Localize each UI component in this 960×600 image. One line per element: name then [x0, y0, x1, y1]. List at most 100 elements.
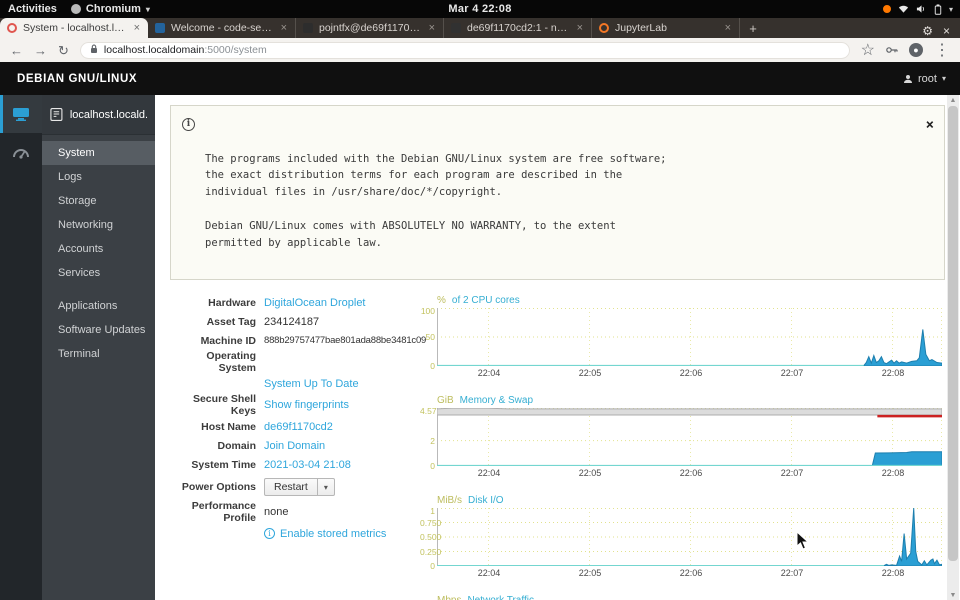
motd-alert: i The programs included with the Debian …	[170, 105, 945, 281]
scrollbar-thumb[interactable]	[948, 106, 958, 561]
detail-row-power-options: Power Options Restart ▾	[170, 474, 420, 500]
sidebar-item-terminal[interactable]: Terminal	[42, 342, 155, 366]
sidebar-item-networking[interactable]: Networking	[42, 213, 155, 237]
chart-plot[interactable]: 4.57 2 0	[420, 406, 945, 471]
restart-button[interactable]: Restart	[264, 478, 318, 497]
key-icon[interactable]	[886, 41, 898, 59]
chart-title-row: Mbps Network Traffic	[437, 593, 945, 600]
enable-stored-metrics-link[interactable]: i Enable stored metrics	[264, 528, 386, 540]
detail-link[interactable]: de69f1170cd2	[264, 421, 333, 433]
url-bar[interactable]: localhost.localdomain:5000/system	[79, 41, 850, 59]
power-options-caret[interactable]: ▾	[317, 478, 335, 497]
detail-label: Hardware	[208, 296, 256, 309]
motd-text: The programs included with the Debian GN…	[205, 152, 667, 249]
x-tick-label: 22:07	[780, 468, 804, 479]
browser-tab-5[interactable]: JupyterLab ×	[592, 18, 740, 38]
detail-link[interactable]: System Up To Date	[264, 378, 359, 390]
x-tick-label: 22:04	[477, 568, 501, 579]
x-tick-label: 22:06	[679, 368, 703, 379]
chart-of-2-cpu-cores: % of 2 CPU cores 100 50 0 22:04 22:05 22:06 22:0…	[420, 293, 945, 380]
forward-button[interactable]: →	[34, 44, 47, 57]
detail-row-enable-stored-metrics: i Enable stored metrics	[170, 524, 420, 543]
x-axis-labels: 22:04 22:05 22:06 22:07 22:08	[437, 366, 945, 379]
detail-link[interactable]: Join Domain	[264, 440, 325, 452]
host-machine-button[interactable]	[0, 95, 42, 133]
clock[interactable]: Mar 4 22:08	[448, 0, 511, 18]
detail-row-operating-system: Operating System	[170, 350, 420, 374]
close-icon[interactable]: ×	[926, 114, 934, 136]
x-tick-label: 22:05	[578, 468, 602, 479]
charts-column: % of 2 CPU cores 100 50 0 22:04 22:05 22:06 22:0…	[420, 293, 945, 600]
browser-toolbar: ← → ↻ localhost.localdomain:5000/system …	[0, 38, 960, 62]
y-tick-label: 4.57	[420, 406, 437, 417]
detail-label: Operating System	[206, 350, 256, 375]
chart-title-row: GiB Memory & Swap	[437, 393, 945, 408]
tab-close-icon[interactable]: ×	[428, 22, 436, 34]
chart-title: of 2 CPU cores	[451, 295, 520, 307]
x-axis-labels: 22:04 22:05 22:06 22:07 22:08	[437, 566, 945, 579]
new-tab-button[interactable]: +	[740, 18, 766, 38]
wifi-icon	[898, 4, 909, 14]
user-icon	[904, 74, 913, 83]
y-tick-label: 0.750	[420, 517, 442, 528]
brand-title: DEBIAN GNU/LINUX	[17, 72, 138, 85]
main-content: i The programs included with the Debian …	[155, 95, 960, 600]
browser-menu-icon[interactable]: ⋮	[934, 40, 950, 60]
y-tick-label: 0	[430, 461, 435, 472]
system-tray[interactable]: ▾	[882, 3, 960, 15]
back-button[interactable]: ←	[10, 44, 23, 57]
detail-label: Machine ID	[200, 334, 256, 347]
chevron-down-icon: ▾	[948, 4, 953, 14]
recording-indicator-icon	[882, 5, 891, 13]
app-menu[interactable]: Chromium ▾	[70, 3, 150, 15]
tab-close-icon[interactable]: ×	[724, 22, 732, 34]
sidebar-item-software-updates[interactable]: Software Updates	[42, 318, 155, 342]
detail-row-domain: Domain Join Domain	[170, 436, 420, 455]
dashboard-button[interactable]	[0, 133, 42, 171]
tab-close-icon[interactable]: ×	[133, 22, 141, 34]
detail-label: Asset Tag	[206, 315, 256, 328]
reload-button[interactable]: ↻	[58, 44, 69, 57]
y-tick-label: 0.250	[420, 546, 442, 557]
avatar[interactable]: ●	[909, 43, 923, 57]
sidebar-item-services[interactable]: Services	[42, 261, 155, 285]
chart-title: Memory & Swap	[459, 395, 534, 407]
sidebar-item-logs[interactable]: Logs	[42, 165, 155, 189]
detail-value: 888b29757477bae801ada88be3481c09	[264, 335, 427, 347]
scrollbar[interactable]: ▲ ▼	[947, 95, 959, 600]
sidebar-item-system[interactable]: System	[42, 141, 155, 165]
cockpit-favicon	[7, 23, 17, 33]
detail-row-system-up-to-date: System Up To Date	[170, 374, 420, 393]
x-tick-label: 22:07	[780, 368, 804, 379]
user-menu[interactable]: root ▾	[903, 73, 960, 85]
detail-link[interactable]: Show fingerprints	[264, 399, 349, 411]
bookmark-star-icon[interactable]: ☆	[861, 40, 875, 60]
browser-tab-3[interactable]: pojntfx@de69f1170cd2: ~ ×	[296, 18, 444, 38]
browser-settings-icon[interactable]: ⚙	[922, 24, 933, 38]
detail-link[interactable]: 2021-03-04 21:08	[264, 459, 351, 471]
detail-row-hardware: Hardware DigitalOcean Droplet	[170, 293, 420, 312]
browser-tab-1[interactable]: System - localhost.locald… ×	[0, 18, 148, 38]
activities-button[interactable]: Activities	[8, 3, 57, 15]
browser-tab-2[interactable]: Welcome - code-server ×	[148, 18, 296, 38]
sidebar-item-applications[interactable]: Applications	[42, 294, 155, 318]
detail-link[interactable]: DigitalOcean Droplet	[264, 297, 366, 309]
detail-row-system-time: System Time 2021-03-04 21:08	[170, 455, 420, 474]
detail-row-machine-id: Machine ID 888b29757477bae801ada88be3481c…	[170, 331, 427, 350]
sidebar-host[interactable]: localhost.locald...	[42, 95, 155, 135]
tab-title: de69f1170cd2:1 - noVNC	[467, 22, 570, 34]
scroll-down-icon[interactable]: ▼	[947, 590, 959, 600]
chart-plot[interactable]: 100 50 0	[421, 306, 945, 371]
sidebar-item-storage[interactable]: Storage	[42, 189, 155, 213]
tab-close-icon[interactable]: ×	[576, 22, 584, 34]
x-tick-label: 22:07	[780, 568, 804, 579]
chart-title-row: MiB/s Disk I/O	[437, 493, 945, 508]
chart-plot[interactable]: 1 0.750 0.500 0.250 0	[420, 506, 945, 571]
browser-tab-4[interactable]: de69f1170cd2:1 - noVNC ×	[444, 18, 592, 38]
sidebar-item-accounts[interactable]: Accounts	[42, 237, 155, 261]
detail-row-secure-shell-keys: Secure Shell Keys Show fingerprints	[170, 393, 420, 417]
window-close-icon[interactable]: ×	[943, 24, 950, 38]
detail-value: 234124187	[264, 315, 320, 328]
scroll-up-icon[interactable]: ▲	[947, 95, 959, 105]
tab-close-icon[interactable]: ×	[280, 22, 288, 34]
